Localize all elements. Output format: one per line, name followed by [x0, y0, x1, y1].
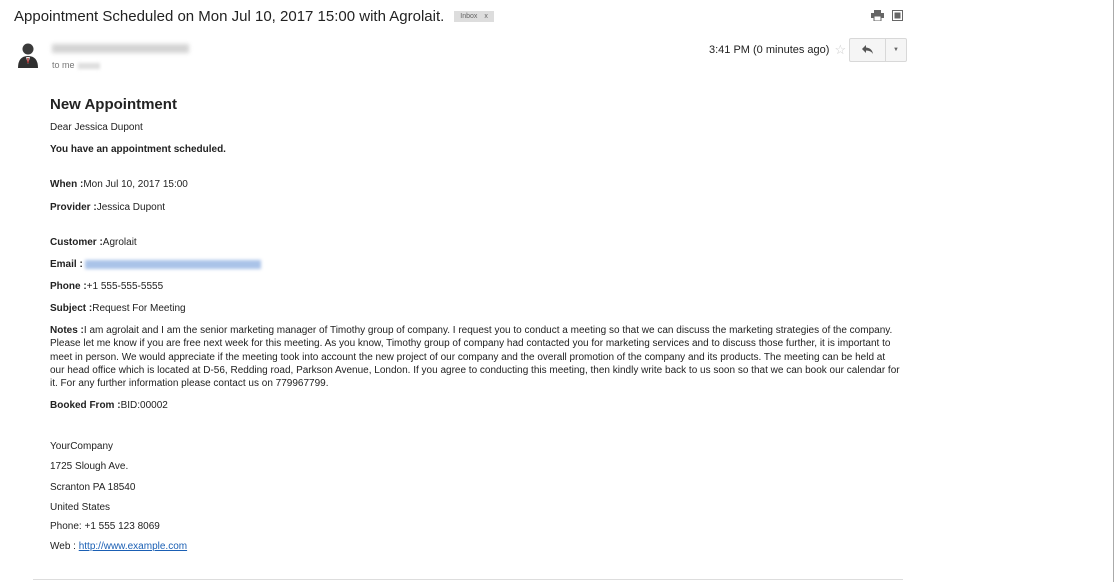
signature-country: United States	[50, 502, 111, 513]
phone-row: Phone :+1 555-555-5555	[50, 281, 163, 292]
website-link[interactable]: http://www.example.com	[79, 541, 187, 552]
signature-web-row: Web : http://www.example.com	[50, 541, 187, 552]
more-options-button[interactable]: ▼	[886, 39, 906, 61]
email-label: Email :	[50, 259, 83, 270]
top-actions	[871, 10, 903, 21]
subject-value: Request For Meeting	[92, 303, 186, 314]
appointment-heading: New Appointment	[50, 96, 177, 113]
provider-value: Jessica Dupont	[96, 202, 166, 213]
subject-label: Subject :	[50, 303, 93, 314]
inbox-label-badge[interactable]: Inbox x	[454, 10, 494, 22]
avatar[interactable]	[17, 42, 39, 68]
customer-row: Customer :Agrolait	[50, 237, 137, 248]
notes-row: Notes :I am agrolait and I am the senior…	[50, 324, 902, 390]
signature-street: 1725 Slough Ave.	[50, 461, 129, 472]
when-label: When :	[50, 179, 84, 190]
when-value: Mon Jul 10, 2017 15:00	[83, 179, 188, 190]
email-row: Email :	[50, 259, 261, 270]
greeting: Dear Jessica Dupont	[50, 122, 143, 133]
customer-label: Customer :	[50, 237, 103, 248]
web-label: Web :	[50, 541, 79, 552]
notes-label: Notes :	[50, 325, 84, 336]
sender-name-redacted	[52, 44, 189, 53]
customer-value: Agrolait	[102, 237, 137, 248]
provider-label: Provider :	[50, 202, 97, 213]
email-value-redacted	[84, 259, 261, 269]
booked-from-value: BID:00002	[120, 400, 168, 411]
new-window-icon[interactable]	[892, 10, 903, 21]
more-options-icon: ▼	[893, 47, 899, 53]
timestamp-block: 3:41 PM (0 minutes ago) ☆	[709, 43, 846, 56]
booked-from-label: Booked From :	[50, 400, 121, 411]
intro-text: You have an appointment scheduled.	[50, 144, 226, 155]
signature-company: YourCompany	[50, 441, 114, 452]
when-row: When :Mon Jul 10, 2017 15:00	[50, 179, 188, 190]
provider-row: Provider :Jessica Dupont	[50, 202, 165, 213]
signature-city: Scranton PA 18540	[50, 482, 136, 493]
reply-icon	[862, 41, 873, 59]
timestamp: 3:41 PM (0 minutes ago)	[709, 43, 830, 56]
email-subject: Appointment Scheduled on Mon Jul 10, 201…	[14, 7, 445, 25]
recipient-details-redacted	[77, 62, 100, 69]
inbox-label-text: Inbox	[460, 12, 478, 20]
recipient-text: to me	[52, 60, 75, 70]
remove-label-icon[interactable]: x	[484, 13, 488, 20]
notes-value: I am agrolait and I am the senior market…	[50, 325, 900, 390]
print-icon[interactable]	[871, 10, 884, 21]
phone-label: Phone :	[50, 281, 87, 292]
signature-phone: Phone: +1 555 123 8069	[50, 521, 160, 532]
star-icon[interactable]: ☆	[834, 43, 846, 56]
subject-bar: Appointment Scheduled on Mon Jul 10, 201…	[14, 6, 494, 26]
reply-button-group: ▼	[849, 38, 907, 62]
phone-value: +1 555-555-5555	[86, 281, 164, 292]
recipient-line[interactable]: to me	[52, 60, 100, 70]
subject-row: Subject :Request For Meeting	[50, 303, 186, 314]
booked-from-row: Booked From :BID:00002	[50, 400, 168, 411]
reply-button[interactable]	[850, 39, 886, 61]
divider	[33, 579, 903, 580]
window-edge	[1113, 0, 1114, 582]
